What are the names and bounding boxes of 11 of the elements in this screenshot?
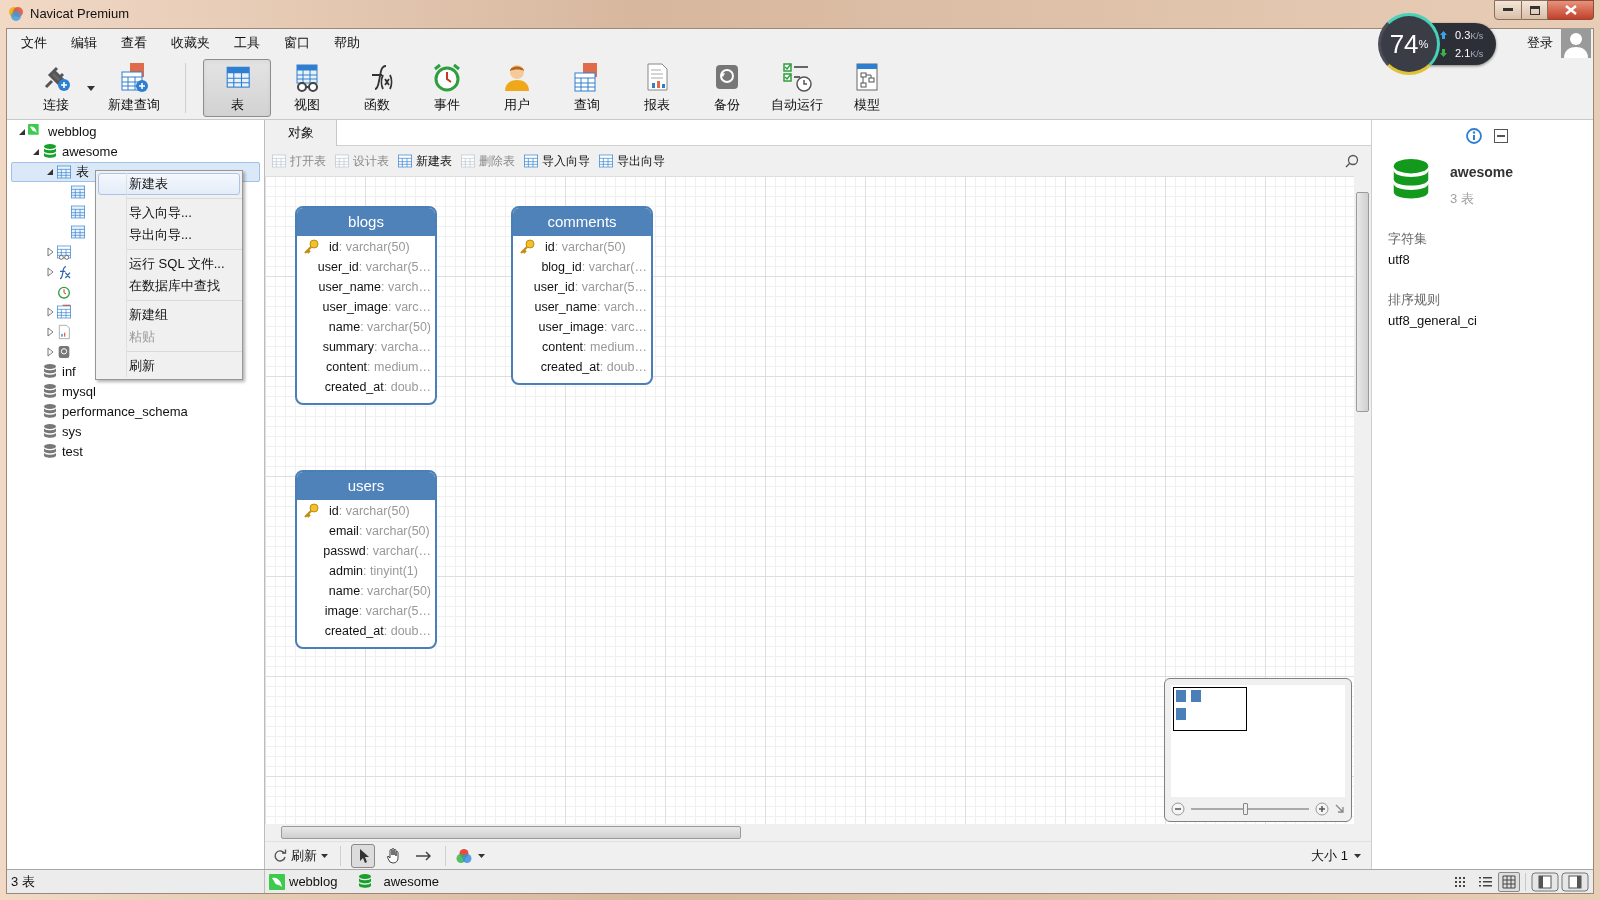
property-value: utf8_general_ci [1388,312,1478,330]
status-text: 3 表 [7,870,265,893]
property-value: utf8 [1388,251,1411,269]
download-speed: 2.1K/s [1455,46,1484,61]
usage-percent: 74% [1378,13,1440,75]
property-label: 排序规则 [1388,290,1441,309]
property-label: 字符集 [1388,229,1428,248]
upload-speed: 0.3K/s [1455,27,1484,43]
window-title: Navicat Premium [30,5,129,24]
database-name: awesome [1450,163,1514,182]
table-count: 3 表 [1450,190,1475,208]
